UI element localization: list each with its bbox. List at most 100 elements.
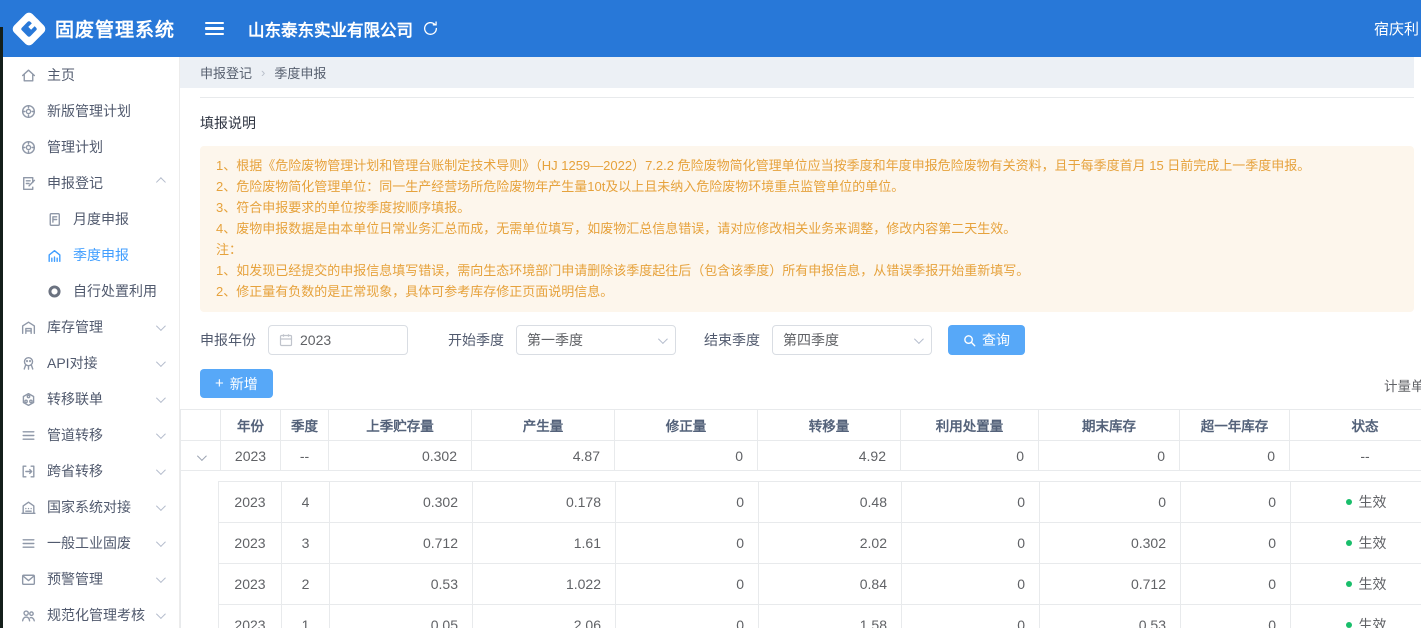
sidebar-item-declaration[interactable]: 申报登记 bbox=[0, 165, 179, 201]
status-dot-icon bbox=[1346, 499, 1352, 505]
notice-line: 2、危险废物简化管理单位：同一生产经营场所危险废物年产生量10t及以上且未纳入危… bbox=[216, 176, 1398, 197]
col-year: 年份 bbox=[221, 410, 281, 441]
chevron-up-icon bbox=[156, 180, 163, 187]
table-row: 2023 1 0.05 2.06 0 1.58 0 0.53 0 生效 bbox=[219, 605, 1421, 628]
col-produced: 产生量 bbox=[472, 410, 615, 441]
status-dot-icon bbox=[1346, 540, 1352, 546]
chevron-down-icon bbox=[156, 576, 163, 583]
col-over-one-year: 超一年库存 bbox=[1180, 410, 1290, 441]
gov-building-icon bbox=[20, 499, 37, 516]
sidebar-item-home[interactable]: 主页 bbox=[0, 57, 179, 93]
table-row: 2023 4 0.302 0.178 0 0.48 0 0 0 生效 bbox=[219, 482, 1421, 523]
page: 固废管理系统 山东泰东实业有限公司 宿庆利 主页 新版管理计划 管理计划 bbox=[0, 0, 1421, 628]
document-edit-icon bbox=[20, 175, 37, 192]
notice-line: 注： bbox=[216, 239, 1398, 260]
end-quarter-label: 结束季度 bbox=[704, 330, 760, 350]
filling-instructions-alert: 1、根据《危险废物管理计划和管理台账制定技术导则》（HJ 1259—2022）7… bbox=[200, 146, 1414, 312]
calendar-page-icon bbox=[46, 211, 63, 228]
sidebar-item-api[interactable]: API对接 bbox=[0, 345, 179, 381]
sidebar: 主页 新版管理计划 管理计划 申报登记 月度申报 季度申报 bbox=[0, 57, 180, 628]
people-icon bbox=[20, 607, 37, 624]
col-status: 状态 bbox=[1290, 410, 1421, 441]
sidebar-item-new-plan[interactable]: 新版管理计划 bbox=[0, 93, 179, 129]
col-prev-storage: 上季贮存量 bbox=[329, 410, 472, 441]
status-badge: 生效 bbox=[1295, 574, 1421, 594]
status-badge: 生效 bbox=[1295, 615, 1421, 628]
sidebar-item-alert-management[interactable]: 预警管理 bbox=[0, 561, 179, 597]
start-quarter-label: 开始季度 bbox=[448, 330, 504, 350]
notice-line: 4、废物申报数据是由本单位日常业务汇总而成，无需单位填写，如废物汇总信息错误，请… bbox=[216, 218, 1398, 239]
chevron-down-icon bbox=[156, 432, 163, 439]
status-badge: 生效 bbox=[1295, 533, 1421, 553]
lines-icon bbox=[20, 535, 37, 552]
status-badge: 生效 bbox=[1295, 492, 1421, 512]
sidebar-item-quarterly-declaration[interactable]: 季度申报 bbox=[0, 237, 179, 273]
seal-icon bbox=[20, 103, 37, 120]
sidebar-item-plan[interactable]: 管理计划 bbox=[0, 129, 179, 165]
app-title: 固废管理系统 bbox=[55, 15, 175, 42]
col-quarter: 季度 bbox=[281, 410, 329, 441]
chevron-down-icon bbox=[658, 334, 668, 344]
table-header-row: 年份 季度 上季贮存量 产生量 修正量 转移量 利用处置量 期末库存 超一年库存… bbox=[181, 410, 1421, 441]
quarterly-table: 年份 季度 上季贮存量 产生量 修正量 转移量 利用处置量 期末库存 超一年库存… bbox=[180, 409, 1421, 628]
refresh-icon[interactable] bbox=[422, 20, 439, 37]
table-row: 2023 2 0.53 1.022 0 0.84 0 0.712 0 生效 bbox=[219, 564, 1421, 605]
lines-icon bbox=[20, 427, 37, 444]
sidebar-item-standardized-assessment[interactable]: 规范化管理考核 bbox=[0, 597, 179, 628]
end-quarter-select[interactable]: 第四季度 bbox=[772, 325, 932, 355]
content-area: 申报登记 › 季度申报 填报说明 1、根据《危险废物管理计划和管理台账制定技术导… bbox=[180, 57, 1421, 628]
status-dot-icon bbox=[1346, 622, 1352, 628]
company-name: 山东泰东实业有限公司 bbox=[248, 17, 413, 41]
ring-icon bbox=[46, 283, 63, 300]
divider bbox=[200, 97, 1414, 98]
add-button[interactable]: + 新增 bbox=[200, 369, 273, 398]
building-icon bbox=[46, 247, 63, 264]
hexagon-nodes-icon bbox=[20, 391, 37, 408]
chevron-down-icon bbox=[156, 324, 163, 331]
table-toolbar: + 新增 计量单位 bbox=[200, 369, 1421, 398]
breadcrumb: 申报登记 › 季度申报 bbox=[180, 57, 1414, 88]
notice-line: 1、根据《危险废物管理计划和管理台账制定技术导则》（HJ 1259—2022）7… bbox=[216, 155, 1398, 176]
year-label: 申报年份 bbox=[200, 330, 256, 350]
envelope-icon bbox=[20, 571, 37, 588]
sidebar-item-cross-province[interactable]: 跨省转移 bbox=[0, 453, 179, 489]
col-correction: 修正量 bbox=[615, 410, 758, 441]
chevron-down-icon bbox=[914, 334, 924, 344]
seal-icon bbox=[20, 139, 37, 156]
chevron-down-icon bbox=[156, 396, 163, 403]
user-name[interactable]: 宿庆利 bbox=[1374, 18, 1419, 39]
table-row: 2023 3 0.712 1.61 0 2.02 0 0.302 0 生效 bbox=[219, 523, 1421, 564]
sidebar-item-self-disposal[interactable]: 自行处置利用 bbox=[0, 273, 179, 309]
sidebar-item-pipeline-transfer[interactable]: 管道转移 bbox=[0, 417, 179, 453]
app-logo-icon bbox=[11, 10, 48, 47]
brackets-transfer-icon bbox=[20, 463, 37, 480]
filter-bar: 申报年份 2023 开始季度 第一季度 结束季度 第四季度 bbox=[200, 325, 1421, 355]
home-icon bbox=[20, 67, 37, 84]
chevron-down-icon bbox=[156, 504, 163, 511]
sidebar-item-general-industrial-waste[interactable]: 一般工业固废 bbox=[0, 525, 179, 561]
sidebar-item-transfer-manifest[interactable]: 转移联单 bbox=[0, 381, 179, 417]
notice-line: 3、符合申报要求的单位按季度按顺序填报。 bbox=[216, 197, 1398, 218]
quarter-detail-table: 2023 4 0.302 0.178 0 0.48 0 0 0 生效 bbox=[218, 481, 1421, 628]
chevron-down-icon bbox=[156, 360, 163, 367]
breadcrumb-declaration[interactable]: 申报登记 bbox=[200, 63, 252, 82]
top-header: 固废管理系统 山东泰东实业有限公司 宿庆利 bbox=[0, 0, 1421, 57]
search-icon bbox=[963, 334, 976, 347]
sidebar-item-inventory[interactable]: 库存管理 bbox=[0, 309, 179, 345]
plus-icon: + bbox=[215, 376, 224, 391]
col-ending-inventory: 期末库存 bbox=[1039, 410, 1180, 441]
breadcrumb-separator: › bbox=[261, 65, 265, 80]
chevron-down-icon bbox=[156, 612, 163, 619]
start-quarter-select[interactable]: 第一季度 bbox=[516, 325, 676, 355]
year-input[interactable]: 2023 bbox=[268, 325, 408, 355]
search-button[interactable]: 查询 bbox=[948, 325, 1025, 355]
collapse-row-icon[interactable] bbox=[197, 451, 207, 461]
warehouse-icon bbox=[20, 319, 37, 336]
expand-header bbox=[181, 410, 221, 441]
menu-toggle-icon[interactable] bbox=[205, 22, 224, 36]
calendar-icon bbox=[279, 333, 293, 347]
window-edge bbox=[0, 27, 3, 628]
unit-label: 计量单位 bbox=[1384, 375, 1421, 398]
sidebar-item-monthly-declaration[interactable]: 月度申报 bbox=[0, 201, 179, 237]
sidebar-item-national-system[interactable]: 国家系统对接 bbox=[0, 489, 179, 525]
